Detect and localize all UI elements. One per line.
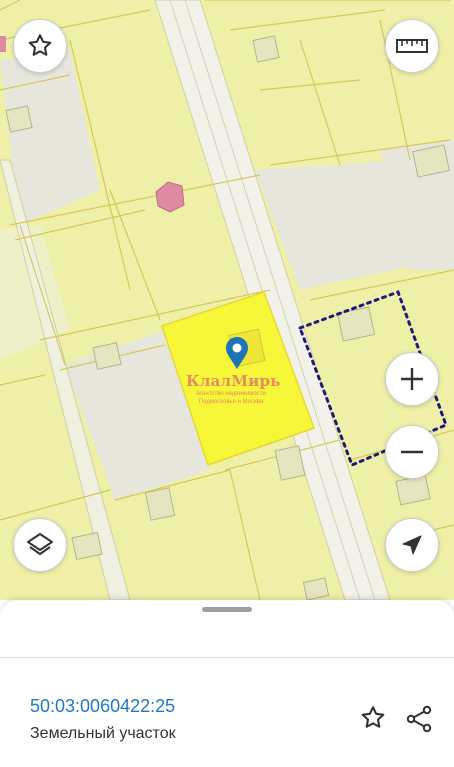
minus-icon xyxy=(401,450,423,454)
cadastral-map-canvas[interactable] xyxy=(0,0,454,600)
zoom-out-button[interactable] xyxy=(385,425,439,479)
sheet-drag-handle[interactable] xyxy=(202,607,252,612)
ruler-icon xyxy=(396,39,428,53)
share-button[interactable] xyxy=(404,704,434,739)
layers-button[interactable] xyxy=(13,518,67,572)
favorite-object-button[interactable] xyxy=(359,704,387,737)
locate-button[interactable] xyxy=(385,518,439,572)
plus-icon xyxy=(401,368,423,390)
share-icon xyxy=(406,705,432,733)
measure-button[interactable] xyxy=(385,19,439,73)
info-bottom-sheet[interactable]: 50:03:0060422:25 Земельный участок xyxy=(0,600,454,767)
star-outline-icon xyxy=(361,706,385,728)
zoom-in-button[interactable] xyxy=(385,352,439,406)
map-view[interactable]: КлалМирь Агентство недвижимости Подмоско… xyxy=(0,0,454,600)
cadastral-number[interactable]: 50:03:0060422:25 xyxy=(30,696,175,717)
navigation-arrow-icon xyxy=(402,535,422,555)
layers-icon xyxy=(27,533,53,555)
object-type-label: Земельный участок xyxy=(30,725,176,742)
sheet-divider xyxy=(0,657,454,658)
favorite-button[interactable] xyxy=(13,19,67,73)
star-outline-icon xyxy=(28,34,52,56)
